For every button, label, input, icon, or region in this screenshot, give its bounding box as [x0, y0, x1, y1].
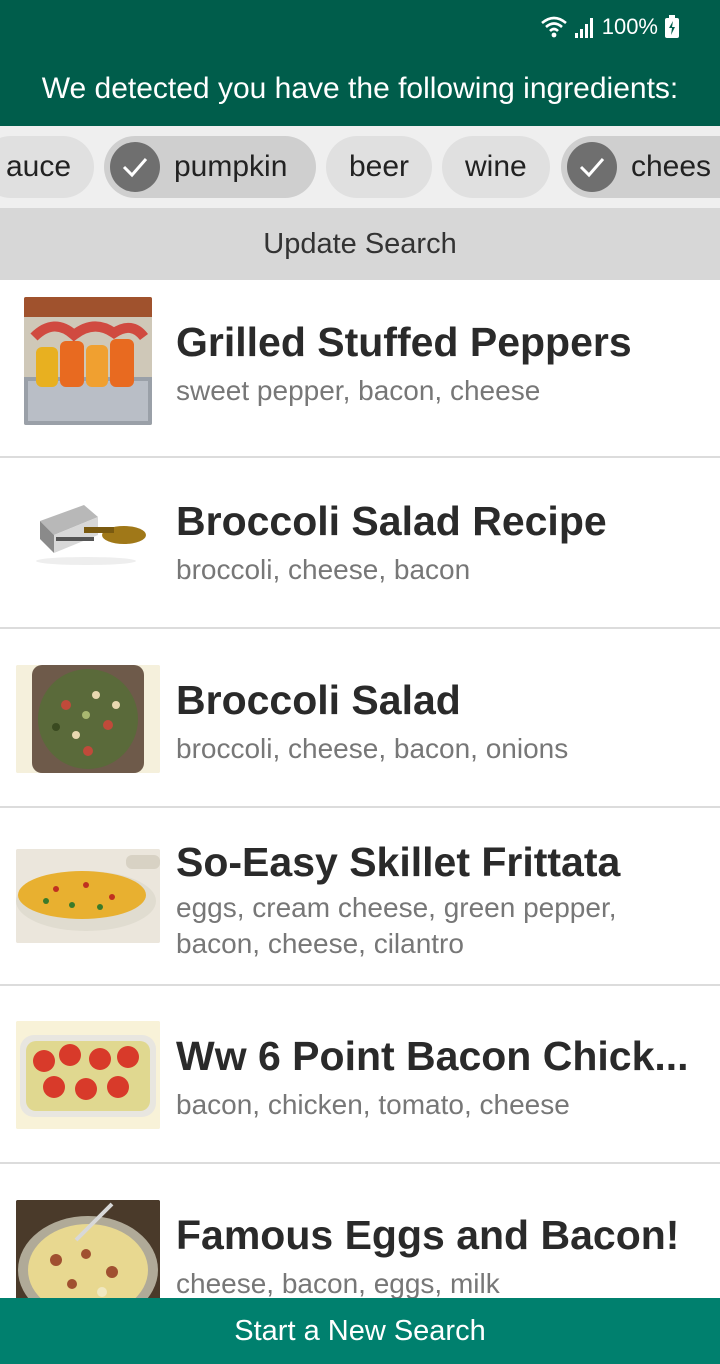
chip-sauce[interactable]: auce [0, 136, 94, 198]
recipe-title: Ww 6 Point Bacon Chick... [176, 1033, 689, 1079]
chip-label: auce [6, 150, 72, 183]
chip-label: pumpkin [174, 150, 288, 183]
chip-pumpkin[interactable]: pumpkin [104, 136, 316, 198]
recipe-title: Broccoli Salad [176, 677, 461, 723]
chip-beer[interactable]: beer [326, 136, 432, 198]
ingredient-chips[interactable]: auce pumpkin beer wine chees [0, 126, 720, 208]
recipe-thumbnail [24, 297, 152, 425]
recipe-item[interactable]: Broccoli Salad broccoli, cheese, bacon, … [0, 630, 720, 808]
ingredients-header: We detected you have the following ingre… [0, 56, 720, 126]
chip-cheese[interactable]: chees [561, 136, 720, 198]
status-bar: 100% [0, 0, 720, 56]
recipe-ingredients: eggs, cream cheese, green pepper, bacon,… [176, 892, 617, 959]
recipe-thumbnail [16, 665, 160, 773]
chip-label: chees [631, 150, 712, 183]
recipe-title: Grilled Stuffed Peppers [176, 319, 632, 365]
recipe-item[interactable]: Ww 6 Point Bacon Chick... bacon, chicken… [0, 986, 720, 1164]
header-title: We detected you have the following ingre… [41, 72, 679, 105]
recipe-ingredients: sweet pepper, bacon, cheese [176, 375, 541, 406]
recipe-thumbnail [16, 849, 160, 943]
recipe-item[interactable]: Broccoli Salad Recipe broccoli, cheese, … [0, 451, 720, 629]
recipe-ingredients: broccoli, cheese, bacon, onions [176, 733, 569, 764]
signal-icon [574, 15, 596, 39]
recipe-thumbnail [16, 1200, 160, 1298]
chip-label: wine [465, 150, 527, 183]
check-icon [567, 142, 617, 192]
check-icon [110, 142, 160, 192]
recipe-item[interactable]: So-Easy Skillet Frittata eggs, cream che… [0, 808, 720, 986]
update-search-button[interactable]: Update Search [0, 208, 720, 280]
recipe-title: Famous Eggs and Bacon! [176, 1212, 680, 1258]
recipe-ingredients: broccoli, cheese, bacon [176, 554, 471, 585]
new-search-button[interactable]: Start a New Search [0, 1298, 720, 1364]
chip-label: beer [349, 150, 410, 183]
recipe-list[interactable]: Grilled Stuffed Peppers sweet pepper, ba… [0, 280, 720, 1298]
recipe-ingredients: bacon, chicken, tomato, cheese [176, 1089, 570, 1120]
chip-wine[interactable]: wine [442, 136, 550, 198]
recipe-title: So-Easy Skillet Frittata [176, 839, 621, 885]
recipe-title: Broccoli Salad Recipe [176, 498, 607, 544]
status-icons: 100% [540, 12, 680, 42]
recipe-item[interactable]: Grilled Stuffed Peppers sweet pepper, ba… [0, 280, 720, 458]
recipe-thumbnail [16, 1021, 160, 1129]
recipe-ingredients: cheese, bacon, eggs, milk [176, 1268, 500, 1298]
recipe-item[interactable]: Famous Eggs and Bacon! cheese, bacon, eg… [0, 1165, 720, 1298]
recipe-thumbnail [24, 491, 152, 581]
battery-charging-icon [664, 15, 680, 39]
battery-percent: 100% [601, 14, 658, 39]
wifi-icon [540, 15, 568, 39]
